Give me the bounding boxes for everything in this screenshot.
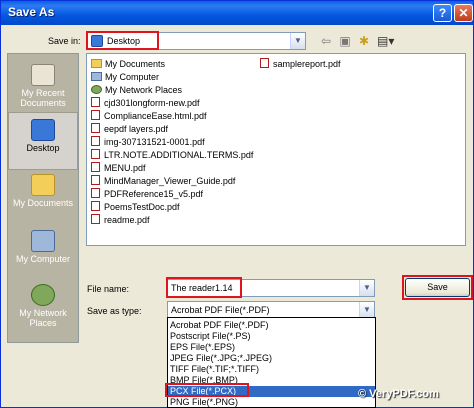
save-button-highlight <box>402 275 473 300</box>
list-item[interactable]: MENU.pdf <box>91 162 146 174</box>
place-label: My Documents <box>12 198 74 208</box>
list-item[interactable]: img-307131521-0001.pdf <box>91 136 205 148</box>
close-button[interactable]: ✕ <box>454 4 473 22</box>
save-in-highlight <box>86 31 159 50</box>
list-item[interactable]: My Computer <box>91 71 159 83</box>
places-bar: My Recent Documents Desktop My Documents… <box>7 53 79 343</box>
dropdown-option[interactable]: Postscript File(*.PS) <box>168 331 375 342</box>
list-item[interactable]: My Documents <box>91 58 165 70</box>
chevron-down-icon[interactable]: ▼ <box>359 302 374 318</box>
file-list[interactable]: My Documents My Computer My Network Plac… <box>86 53 466 246</box>
list-item[interactable]: LTR.NOTE.ADDITIONAL.TERMS.pdf <box>91 149 253 161</box>
save-as-type-value: Acrobat PDF File(*.PDF) <box>171 305 270 315</box>
place-label: My Computer <box>15 254 70 264</box>
place-label: My Network Places <box>19 308 67 328</box>
dropdown-option[interactable]: TIFF File(*.TIF;*.TIFF) <box>168 364 375 375</box>
chevron-down-icon[interactable]: ▼ <box>359 280 374 296</box>
pdf-icon <box>91 123 100 133</box>
network-icon <box>91 85 102 94</box>
pdf-icon <box>260 58 269 68</box>
place-my-recent-documents[interactable]: My Recent Documents <box>8 58 78 116</box>
help-button[interactable]: ? <box>433 4 452 22</box>
pdf-icon <box>91 214 100 224</box>
list-item[interactable]: ComplianceEase.html.pdf <box>91 110 207 122</box>
chevron-down-icon[interactable]: ▼ <box>290 33 305 49</box>
list-item[interactable]: readme.pdf <box>91 214 150 226</box>
window-title: Save As <box>8 5 55 19</box>
dropdown-option[interactable]: EPS File(*.EPS) <box>168 342 375 353</box>
list-item[interactable]: My Network Places <box>91 84 182 96</box>
recent-documents-icon <box>31 64 55 86</box>
file-name-highlight <box>166 277 242 298</box>
pdf-icon <box>91 110 100 120</box>
save-in-label: Save in: <box>48 36 81 46</box>
up-folder-icon[interactable]: ▣ <box>338 34 352 48</box>
list-item[interactable]: cjd301longform-new.pdf <box>91 97 200 109</box>
new-folder-icon[interactable]: ✱ <box>357 34 371 48</box>
place-label: Desktop <box>26 143 60 153</box>
list-item[interactable]: samplereport.pdf <box>260 58 341 70</box>
pdf-icon <box>91 162 100 172</box>
watermark: © VeryPDF.com <box>358 388 439 400</box>
computer-icon <box>31 230 55 252</box>
list-item[interactable]: PDFReference15_v5.pdf <box>91 188 203 200</box>
place-desktop[interactable]: Desktop <box>8 112 78 170</box>
dropdown-option[interactable]: JPEG File(*.JPG;*.JPEG) <box>168 353 375 364</box>
pdf-icon <box>91 97 100 107</box>
computer-icon <box>91 72 102 81</box>
network-icon <box>31 284 55 306</box>
folder-icon <box>91 59 102 68</box>
title-bar[interactable]: Save As ? ✕ <box>1 1 473 25</box>
list-item[interactable]: MindManager_Viewer_Guide.pdf <box>91 175 235 187</box>
dropdown-option[interactable]: Acrobat PDF File(*.PDF) <box>168 320 375 331</box>
pdf-icon <box>91 149 100 159</box>
list-item[interactable]: eepdf layers.pdf <box>91 123 168 135</box>
pdf-icon <box>91 136 100 146</box>
list-item[interactable]: PoemsTestDoc.pdf <box>91 201 180 213</box>
dropdown-option[interactable]: PNG File(*.PNG) <box>168 397 375 408</box>
views-menu-icon[interactable]: ▤▾ <box>377 34 394 48</box>
pdf-icon <box>91 188 100 198</box>
place-my-network-places[interactable]: My Network Places <box>8 278 78 336</box>
place-my-documents[interactable]: My Documents <box>8 168 78 226</box>
back-icon[interactable]: ⇦ <box>319 34 333 48</box>
folder-icon <box>31 174 55 196</box>
pcx-option-highlight <box>165 383 249 397</box>
place-label: My Recent Documents <box>20 88 66 108</box>
file-name-label: File name: <box>87 284 130 294</box>
pdf-icon <box>91 201 100 211</box>
desktop-icon <box>31 119 55 141</box>
pdf-icon <box>91 175 100 185</box>
place-my-computer[interactable]: My Computer <box>8 224 78 282</box>
save-as-type-label: Save as type: <box>87 306 142 316</box>
